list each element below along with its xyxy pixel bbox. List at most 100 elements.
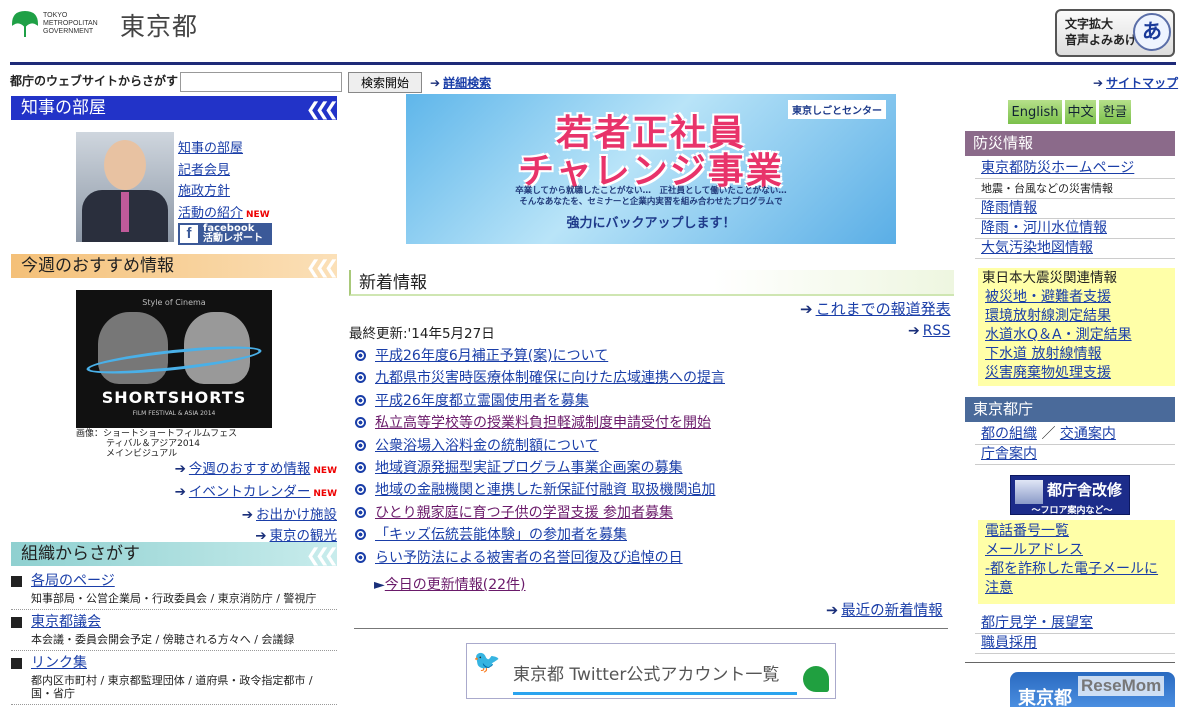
event-calendar-link[interactable]: イベントカレンダー bbox=[189, 484, 311, 500]
fraud-email-link[interactable]: -都を詐称した電子メールに bbox=[985, 561, 1158, 577]
disaster-home-link[interactable]: 東京都防災ホームページ bbox=[981, 160, 1134, 176]
sitemap-link[interactable]: ➔ サイトマップ bbox=[1093, 74, 1178, 91]
square-bullet-icon bbox=[11, 658, 22, 669]
list-item: 公衆浴場入浴料金の統制額について bbox=[355, 435, 955, 457]
email-link[interactable]: メールアドレス bbox=[985, 542, 1083, 558]
assembly-link[interactable]: 東京都議会 bbox=[31, 614, 101, 630]
circle-bullet-icon bbox=[355, 439, 366, 451]
news-link[interactable]: 平成26年度6月補正予算(案)について bbox=[375, 348, 608, 364]
fraud-email-link-2[interactable]: 注意 bbox=[985, 580, 1013, 596]
logo-english: TOKYO METROPOLITAN GOVERNMENT bbox=[43, 12, 98, 35]
tokyo-logo[interactable]: TOKYO METROPOLITAN GOVERNMENT 東京都 bbox=[10, 6, 220, 42]
news-link[interactable]: 「キッズ伝統芸能体験」の参加者を募集 bbox=[375, 527, 627, 543]
twitter-accounts-banner[interactable]: 🐦 東京都 Twitter公式アカウント一覧 bbox=[466, 643, 836, 699]
air-pollution-link[interactable]: 大気汚染地図情報 bbox=[981, 240, 1093, 256]
circle-bullet-icon bbox=[355, 551, 366, 563]
arrow-right-icon: ➔ bbox=[430, 76, 441, 90]
activities-link[interactable]: 活動の紹介 bbox=[178, 206, 243, 221]
facebook-button[interactable]: f facebook 活動レポート bbox=[178, 223, 272, 245]
news-list: 平成26年度6月補正予算(案)について 九都県市災害時医療体制確保に向けた広域連… bbox=[355, 345, 955, 569]
facebook-icon: f bbox=[180, 225, 198, 243]
logo-japanese: 東京都 bbox=[120, 12, 199, 41]
circle-bullet-icon bbox=[355, 529, 366, 541]
news-link[interactable]: 私立高等学校等の授業料負担軽減制度申請受付を開始 bbox=[375, 415, 711, 431]
arrow-right-icon: ➔ bbox=[826, 603, 839, 619]
rss-link[interactable]: ➔ RSS bbox=[908, 323, 950, 339]
phone-list-link[interactable]: 電話番号一覧 bbox=[985, 523, 1069, 539]
circle-bullet-icon bbox=[355, 462, 366, 474]
news-link[interactable]: らい予防法による被害者の名誉回復及び追悼の日 bbox=[375, 550, 683, 566]
list-item: ひとり親家庭に育つ子供の学習支援 参加者募集 bbox=[355, 502, 955, 524]
square-bullet-icon bbox=[11, 617, 22, 628]
list-item: らい予防法による被害者の名誉回復及び追悼の日 bbox=[355, 547, 955, 569]
building-guide-link[interactable]: 庁舎案内 bbox=[981, 446, 1037, 462]
access-link[interactable]: 交通案内 bbox=[1060, 426, 1116, 442]
list-item: 九都県市災害時医療体制確保に向けた広域連携への提言 bbox=[355, 367, 955, 389]
arrow-right-icon: ➔ bbox=[1093, 76, 1104, 90]
links-collection-link[interactable]: リンク集 bbox=[31, 655, 87, 671]
lang-english[interactable]: English bbox=[1007, 99, 1063, 125]
twitter-bird-icon: 🐦 bbox=[473, 650, 501, 675]
rainfall-link[interactable]: 降雨情報 bbox=[981, 200, 1037, 216]
lang-korean[interactable]: 한글 bbox=[1098, 99, 1132, 125]
news-link[interactable]: ひとり親家庭に育つ子供の学習支援 参加者募集 bbox=[375, 505, 673, 521]
news-link[interactable]: 地域資源発掘型実証プログラム事業企画案の募集 bbox=[375, 460, 683, 476]
building-icon bbox=[1015, 480, 1043, 504]
accessibility-button[interactable]: 文字拡大 音声よみあげ あ bbox=[1055, 9, 1175, 57]
org-sub-text: 本会議・委員会開会予定 / 傍聴される方々へ / 会議録 bbox=[11, 631, 337, 651]
ginkgo-leaf-icon bbox=[803, 666, 829, 692]
film-festival-image[interactable]: Style of Cinema SHORTSHORTS FILM FESTIVA… bbox=[76, 290, 272, 428]
office-links: 都の組織 ／ 交通案内 庁舎案内 bbox=[975, 425, 1175, 465]
organization-link[interactable]: 都の組織 bbox=[981, 426, 1037, 442]
divider bbox=[354, 628, 948, 629]
earthquake-box: 東日本大震災関連情報 被災地・避難者支援 環境放射線測定結果 水道水Q＆A・測定… bbox=[978, 268, 1175, 386]
list-item: 東京都議会 bbox=[11, 613, 337, 631]
search-label: 都庁のウェブサイトからさがす bbox=[10, 74, 179, 88]
lang-chinese[interactable]: 中文 bbox=[1064, 99, 1097, 125]
youth-employment-banner[interactable]: 東京しごとセンター 若者正社員 チャレンジ事業 卒業してから就職したことがない…… bbox=[406, 94, 896, 244]
news-link[interactable]: 九都県市災害時医療体制確保に向けた広域連携への提言 bbox=[375, 370, 725, 386]
divider bbox=[965, 662, 1175, 663]
tour-link[interactable]: 都庁見学・展望室 bbox=[981, 615, 1093, 631]
outing-facilities-link[interactable]: お出かけ施設 bbox=[256, 507, 337, 523]
today-updates-link[interactable]: ►今日の更新情報(22件) bbox=[374, 574, 526, 594]
arrow-right-icon: ➔ bbox=[800, 300, 813, 318]
recent-news-link[interactable]: ➔ 最近の新着情報 bbox=[826, 599, 943, 620]
triangle-right-icon: ► bbox=[374, 577, 385, 593]
org-sub-text: 都内区市町村 / 東京都監理団体 / 道府県・政令指定都市 / 国・省庁 bbox=[11, 672, 337, 705]
list-item: リンク集 bbox=[11, 654, 337, 672]
news-link[interactable]: 公衆浴場入浴料金の統制額について bbox=[375, 438, 599, 454]
tour-links: 都庁見学・展望室 職員採用 bbox=[975, 614, 1175, 654]
governor-links: 知事の部屋 記者会見 施政方針 活動の紹介 NEW bbox=[178, 138, 270, 226]
news-link[interactable]: 地域の金融機関と連携した新保証付融資 取扱機関追加 bbox=[375, 482, 715, 498]
news-heading: 新着情報 bbox=[349, 270, 954, 296]
river-level-link[interactable]: 降雨・河川水位情報 bbox=[981, 220, 1107, 236]
quake-link[interactable]: 環境放射線測定結果 bbox=[985, 308, 1111, 324]
quake-link[interactable]: 災害廃棄物処理支援 bbox=[985, 365, 1111, 381]
search-button[interactable]: 検索開始 bbox=[348, 72, 422, 93]
earthquake-title: 東日本大震災関連情報 bbox=[982, 270, 1117, 286]
weekly-recommend-link[interactable]: 今週のおすすめ情報 bbox=[189, 461, 311, 477]
recruitment-link[interactable]: 職員採用 bbox=[981, 635, 1037, 651]
weekly-heading: 今週のおすすめ情報 ❮❮❮ bbox=[11, 254, 339, 278]
quake-link[interactable]: 被災地・避難者支援 bbox=[985, 289, 1111, 305]
list-item: 各局のページ bbox=[11, 572, 337, 590]
governor-room-link[interactable]: 知事の部屋 bbox=[178, 141, 243, 156]
bureau-pages-link[interactable]: 各局のページ bbox=[31, 573, 115, 589]
square-bullet-icon bbox=[11, 576, 22, 587]
chevron-left-icon: ❮❮❮ bbox=[305, 257, 339, 278]
past-releases-link[interactable]: ➔ これまでの報道発表 bbox=[800, 298, 951, 319]
circle-bullet-icon bbox=[355, 417, 366, 429]
policy-link[interactable]: 施政方針 bbox=[178, 184, 230, 199]
circle-bullet-icon bbox=[355, 350, 366, 361]
news-link[interactable]: 平成26年度都立霊園使用者を募集 bbox=[375, 393, 589, 409]
quake-link[interactable]: 水道水Q＆A・測定結果 bbox=[985, 327, 1132, 343]
advanced-search-link[interactable]: ➔ 詳細検索 bbox=[430, 74, 491, 91]
renovation-banner[interactable]: 都庁舎改修 ～フロア案内など～ bbox=[1010, 475, 1130, 516]
search-input[interactable] bbox=[180, 72, 342, 92]
quake-link[interactable]: 下水道 放射線情報 bbox=[985, 346, 1101, 362]
press-conference-link[interactable]: 記者会見 bbox=[178, 163, 230, 178]
arrow-right-icon: ➔ bbox=[174, 484, 186, 500]
image-caption: 画像：ショートショートフィルムフェス ティバル＆アジア2014 メインビジュアル bbox=[76, 429, 238, 459]
org-sub-text: 知事部局・公営企業局・行政委員会 / 東京消防庁 / 警視庁 bbox=[11, 590, 337, 610]
